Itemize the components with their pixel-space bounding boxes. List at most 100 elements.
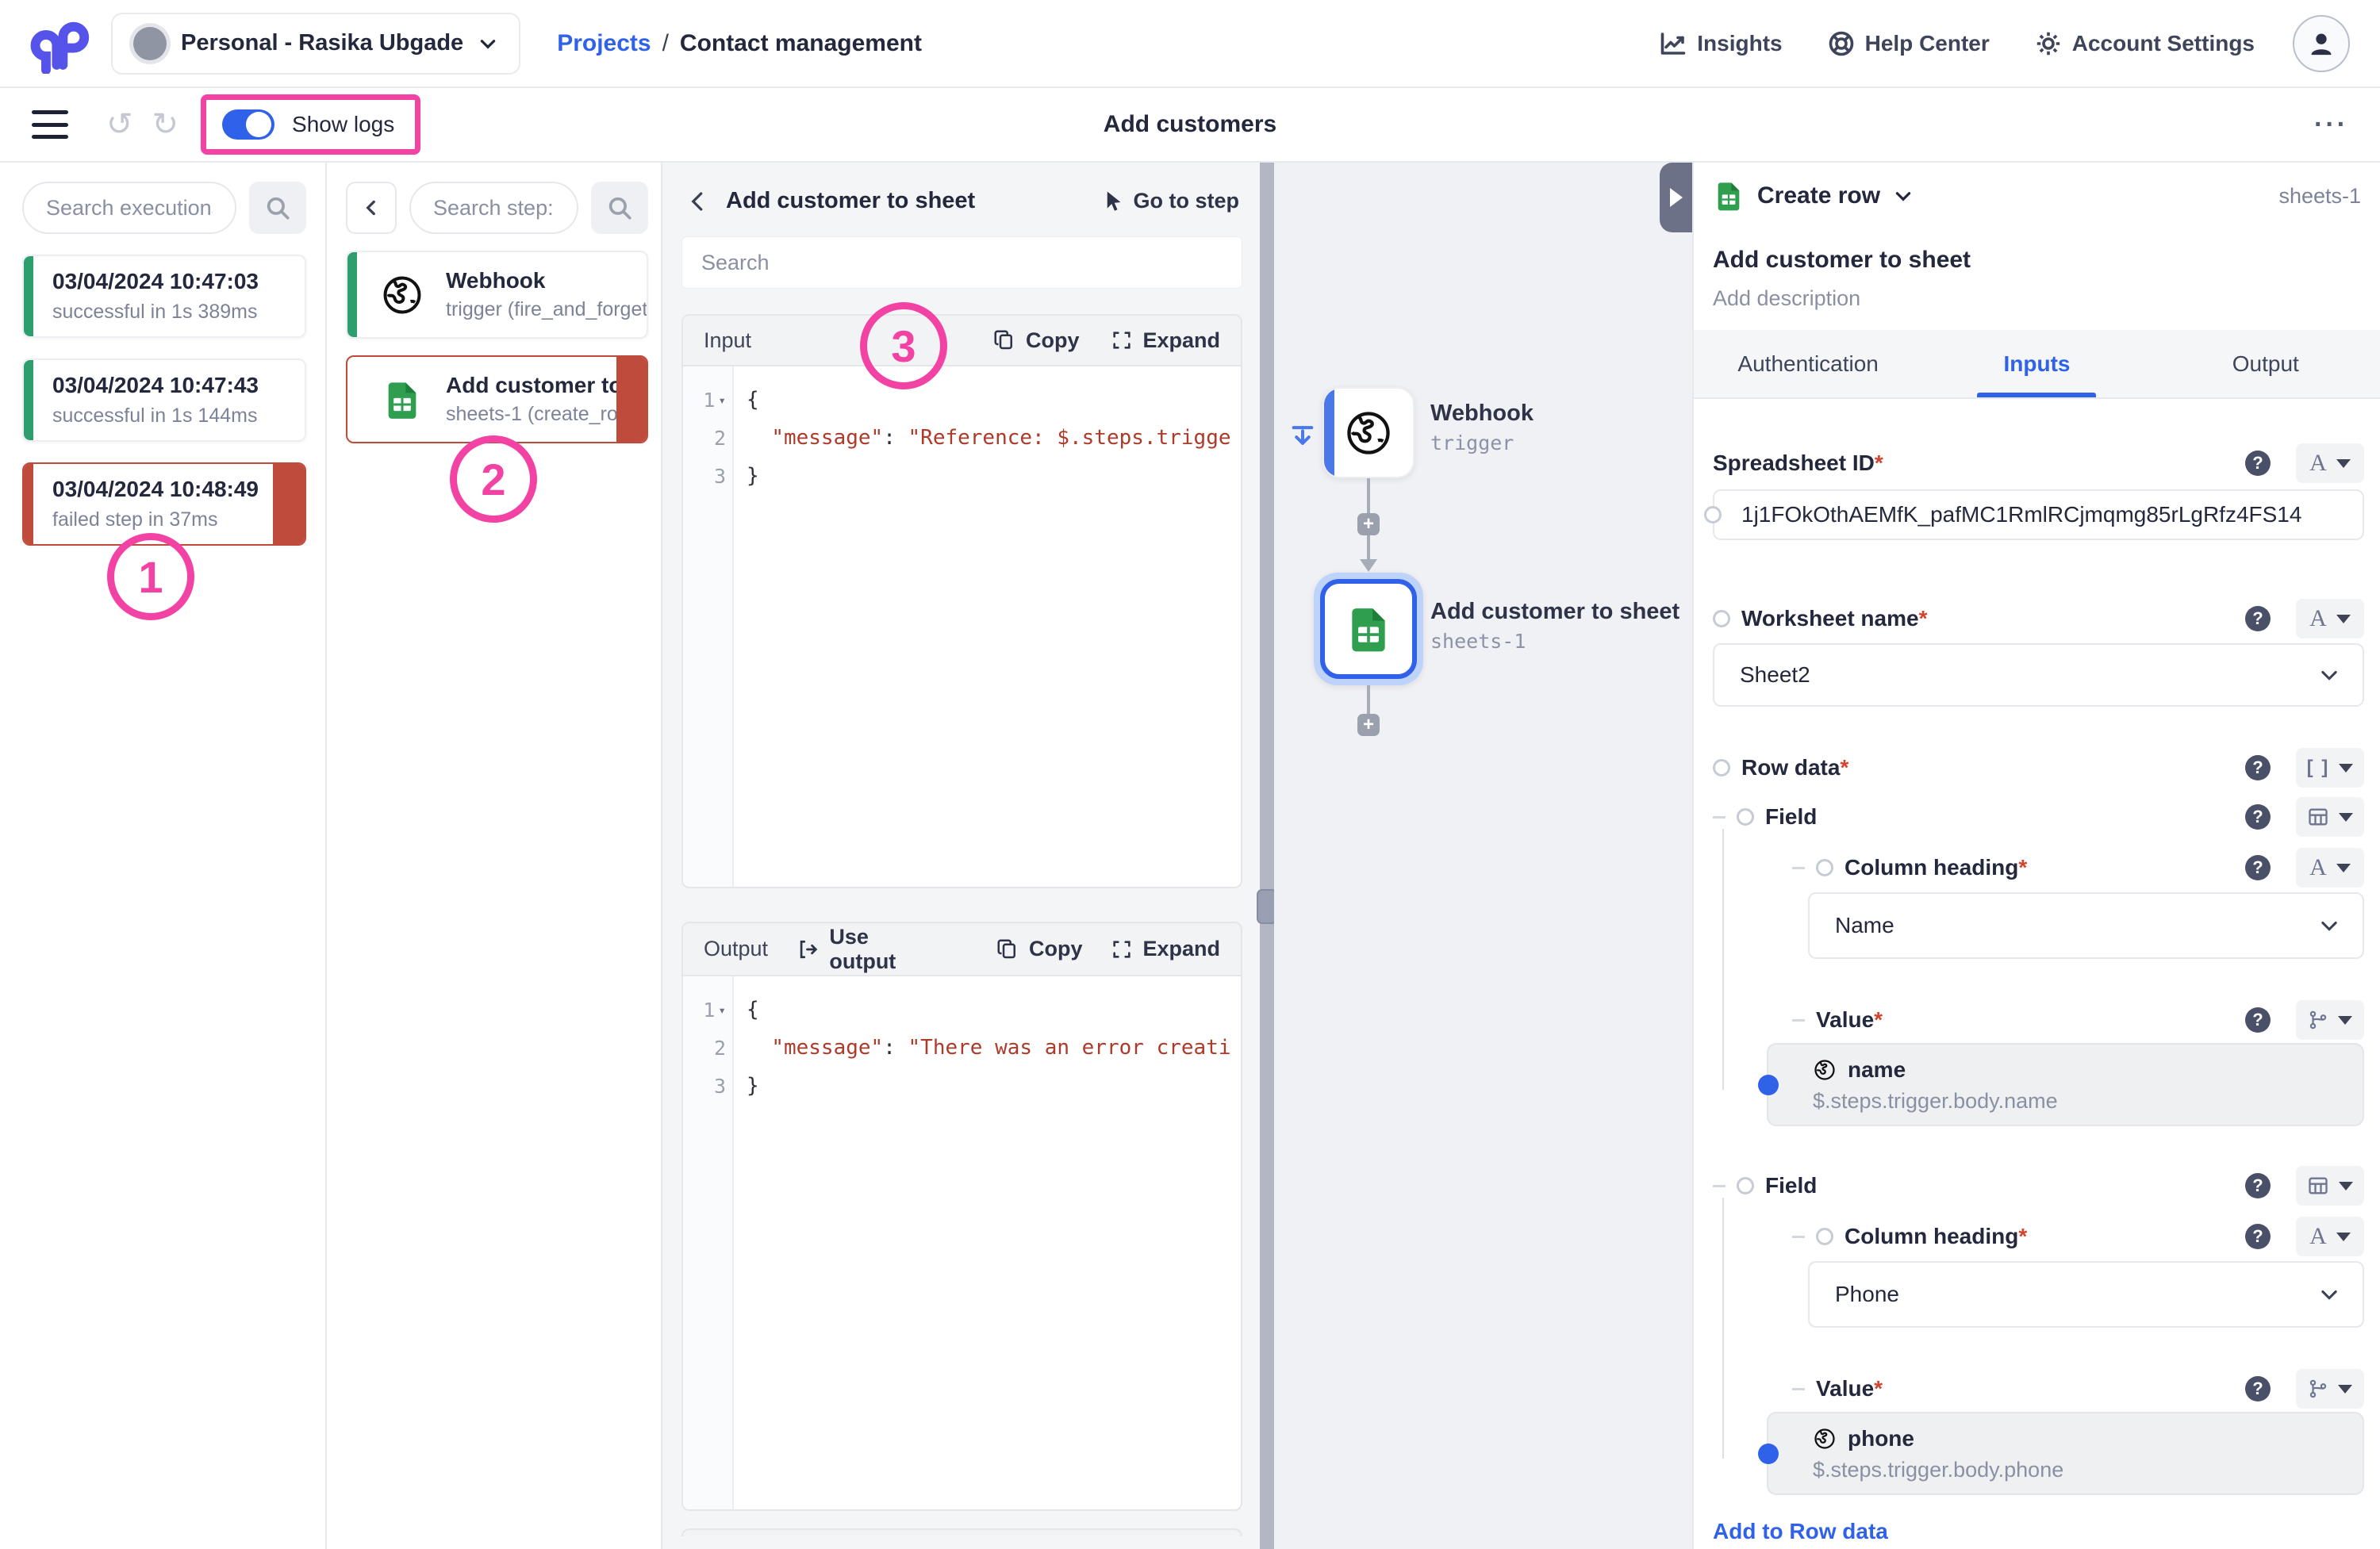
action-selector[interactable]: Create row [1757,182,1880,209]
use-output-button[interactable]: Use output [797,925,939,974]
prop-type-button[interactable]: A [2296,443,2364,483]
input-code-editor[interactable]: { "message": "Reference: $.steps.trigge … [734,366,1241,887]
help-icon[interactable]: ? [2245,451,2271,476]
help-icon[interactable]: ? [2245,1173,2271,1198]
execution-status: successful in 1s 389ms [52,301,289,324]
tab-inputs[interactable]: Inputs [1922,330,2151,397]
output-code-editor[interactable]: { "message": "There was an error creati … [734,976,1241,1509]
expand-input-button[interactable]: Expand [1111,328,1220,353]
execution-item[interactable]: 03/04/2024 10:47:43 successful in 1s 144… [22,358,306,442]
prop-type-button[interactable] [2296,1369,2364,1409]
column-heading-value: Phone [1835,1282,1899,1307]
code-line: "message": "Reference: $.steps.trigge [747,419,1241,457]
help-icon[interactable]: ? [2245,855,2271,880]
search-executions-input[interactable] [22,182,236,234]
prop-radio[interactable] [1713,759,1730,776]
prop-type-button[interactable] [2296,1166,2364,1206]
add-description-placeholder[interactable]: Add description [1713,286,2361,311]
show-logs-label: Show logs [292,112,394,137]
tab-authentication[interactable]: Authentication [1694,330,1922,397]
show-logs-toggle[interactable] [222,109,274,140]
undo-icon[interactable]: ↺ [106,109,133,140]
execution-item-failed[interactable]: 03/04/2024 10:48:49 failed step in 37ms [22,462,306,546]
prop-radio[interactable] [1704,506,1722,523]
search-steps-input[interactable] [409,182,578,234]
back-icon[interactable] [686,190,710,213]
breadcrumb-projects-link[interactable]: Projects [557,30,651,57]
prop-type-button[interactable] [2296,1000,2364,1040]
account-settings-button[interactable]: Account Settings [2034,29,2255,58]
help-icon[interactable]: ? [2245,606,2271,631]
value-expression[interactable]: phone $.steps.trigger.body.phone [1767,1412,2364,1495]
copy-label: Copy [1029,937,1083,961]
prop-radio[interactable] [1713,610,1730,627]
chevron-down-icon [1893,186,1914,206]
sheets-node-selected[interactable] [1314,573,1423,685]
insights-button[interactable]: Insights [1659,29,1782,58]
help-icon[interactable]: ? [2245,755,2271,780]
menu-icon[interactable] [32,110,68,139]
prop-type-button[interactable] [2296,797,2364,837]
prop-radio[interactable] [1816,1228,1833,1245]
collapse-steps-button[interactable] [346,182,397,234]
config-step-title[interactable]: Add customer to sheet [1713,247,2361,274]
add-to-row-data-link[interactable]: Add to Row data [1713,1519,1888,1544]
help-icon[interactable]: ? [2245,1224,2271,1249]
pipedream-logo-icon[interactable] [24,12,92,75]
more-options-icon[interactable]: ··· [2314,109,2348,140]
search-steps-button[interactable] [591,182,648,234]
search-executions-button[interactable] [249,182,306,234]
caret-down-icon [2338,1385,2352,1394]
spreadsheet-id-input[interactable] [1713,489,2364,540]
go-to-step-button[interactable]: Go to step [1100,189,1240,213]
help-icon[interactable]: ? [2245,1007,2271,1033]
value-expression[interactable]: name $.steps.trigger.body.name [1767,1043,2364,1126]
expand-output-button[interactable]: Expand [1111,937,1220,961]
prop-type-button[interactable]: A [2296,848,2364,888]
line-number-gutter: 1▾ 2 3 [683,366,734,887]
collapse-panel-tab[interactable] [1660,163,1692,232]
tree-dash [1792,1388,1805,1390]
help-icon[interactable]: ? [2245,1376,2271,1401]
connected-dot [1758,1075,1779,1095]
step-item-webhook[interactable]: Webhook trigger (fire_and_forget) [346,251,648,339]
copy-input-button[interactable]: Copy [992,328,1080,353]
step-title: Webhook [446,268,648,293]
worksheet-name-label: Worksheet name* [1741,606,1927,631]
workflow-canvas[interactable]: Webhook trigger + Add customer to sheet … [1274,163,1692,1549]
help-center-button[interactable]: Help Center [1827,29,1990,58]
worksheet-select[interactable]: Sheet2 [1713,643,2364,707]
step-item-sheets[interactable]: Add customer to s... sheets-1 (create_ro… [346,355,648,443]
detail-step-title: Add customer to sheet [726,188,975,214]
prop-type-button[interactable]: A [2296,1217,2364,1256]
prop-type-button[interactable]: [ ] [2296,748,2364,788]
node-title: Add customer to sheet [1430,599,1679,625]
workspace-selector[interactable]: Personal - Rasika Ubgade [111,13,520,75]
prop-radio[interactable] [1816,859,1833,876]
webhook-node[interactable] [1322,387,1415,478]
node-subtitle: trigger [1430,431,1534,454]
copy-output-button[interactable]: Copy [996,937,1083,961]
fold-caret-icon[interactable]: ▾ [718,393,726,408]
jump-to-top-icon[interactable] [1289,421,1316,450]
add-step-button[interactable]: + [1357,513,1380,535]
panel-resize-divider[interactable] [1260,163,1274,1549]
execution-item[interactable]: 03/04/2024 10:47:03 successful in 1s 389… [22,255,306,338]
column-heading-select[interactable]: Name [1808,892,2364,959]
branch-icon [2308,1378,2328,1399]
prop-radio[interactable] [1737,1177,1754,1194]
account-settings-label: Account Settings [2072,31,2255,56]
breadcrumb: Projects / Contact management [557,30,922,57]
column-heading-select[interactable]: Phone [1808,1261,2364,1328]
user-avatar[interactable] [2293,15,2350,72]
tab-output[interactable]: Output [2152,330,2380,397]
fold-caret-icon[interactable]: ▾ [718,1003,726,1018]
step-subtitle: trigger (fire_and_forget) [446,298,648,321]
prop-radio[interactable] [1737,808,1754,826]
help-icon[interactable]: ? [2245,804,2271,830]
redo-icon[interactable]: ↻ [152,109,179,140]
add-step-button[interactable]: + [1357,714,1380,736]
prop-type-button[interactable]: A [2296,599,2364,638]
detail-search-input[interactable] [681,236,1242,289]
connector-arrow [1360,559,1377,572]
